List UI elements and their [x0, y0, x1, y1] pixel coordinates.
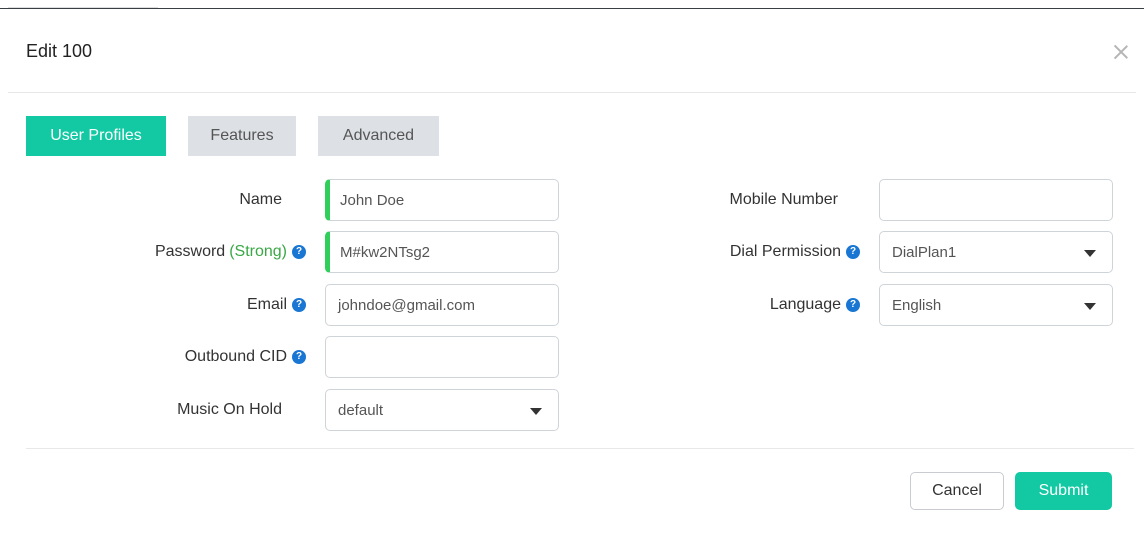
music-on-hold-select[interactable]: default [325, 389, 559, 431]
outbound-cid-label: Outbound CID ? [80, 336, 306, 378]
tab-advanced[interactable]: Advanced [318, 116, 439, 156]
header-divider [8, 92, 1136, 93]
name-label: Name [239, 191, 282, 208]
language-select[interactable]: English [879, 284, 1113, 326]
mobile-number-label: Mobile Number [729, 191, 838, 208]
password-strength: (Strong) [229, 243, 287, 260]
question-circle-icon[interactable]: ? [292, 350, 306, 364]
cancel-button[interactable]: Cancel [910, 472, 1004, 510]
modal-top-border [0, 8, 1144, 9]
mobile-number-input[interactable] [879, 179, 1113, 221]
caret-down-icon [1084, 250, 1096, 257]
question-circle-icon[interactable]: ? [846, 298, 860, 312]
password-input[interactable]: M#kw2NTsg2 [325, 231, 559, 273]
dial-permission-select[interactable]: DialPlan1 [879, 231, 1113, 273]
submit-button[interactable]: Submit [1015, 472, 1112, 510]
question-circle-icon[interactable]: ? [292, 245, 306, 259]
email-label: Email ? [80, 284, 306, 326]
tab-user-profiles[interactable]: User Profiles [26, 116, 166, 156]
caret-down-icon [1084, 303, 1096, 310]
question-circle-icon[interactable]: ? [846, 245, 860, 259]
language-label: Language ? [640, 284, 860, 326]
question-circle-icon[interactable]: ? [292, 298, 306, 312]
tab-features[interactable]: Features [188, 116, 296, 156]
name-input[interactable]: John Doe [325, 179, 559, 221]
caret-down-icon [530, 408, 542, 415]
email-input[interactable]: johndoe@gmail.com [325, 284, 559, 326]
dial-permission-label: Dial Permission ? [640, 231, 860, 273]
footer-divider [26, 448, 1134, 449]
music-on-hold-label: Music On Hold [177, 401, 282, 418]
dialog-title: Edit 100 [26, 41, 93, 61]
close-icon[interactable] [1111, 42, 1131, 62]
password-label: Password (Strong) ? [60, 231, 306, 273]
outbound-cid-input[interactable] [325, 336, 559, 378]
